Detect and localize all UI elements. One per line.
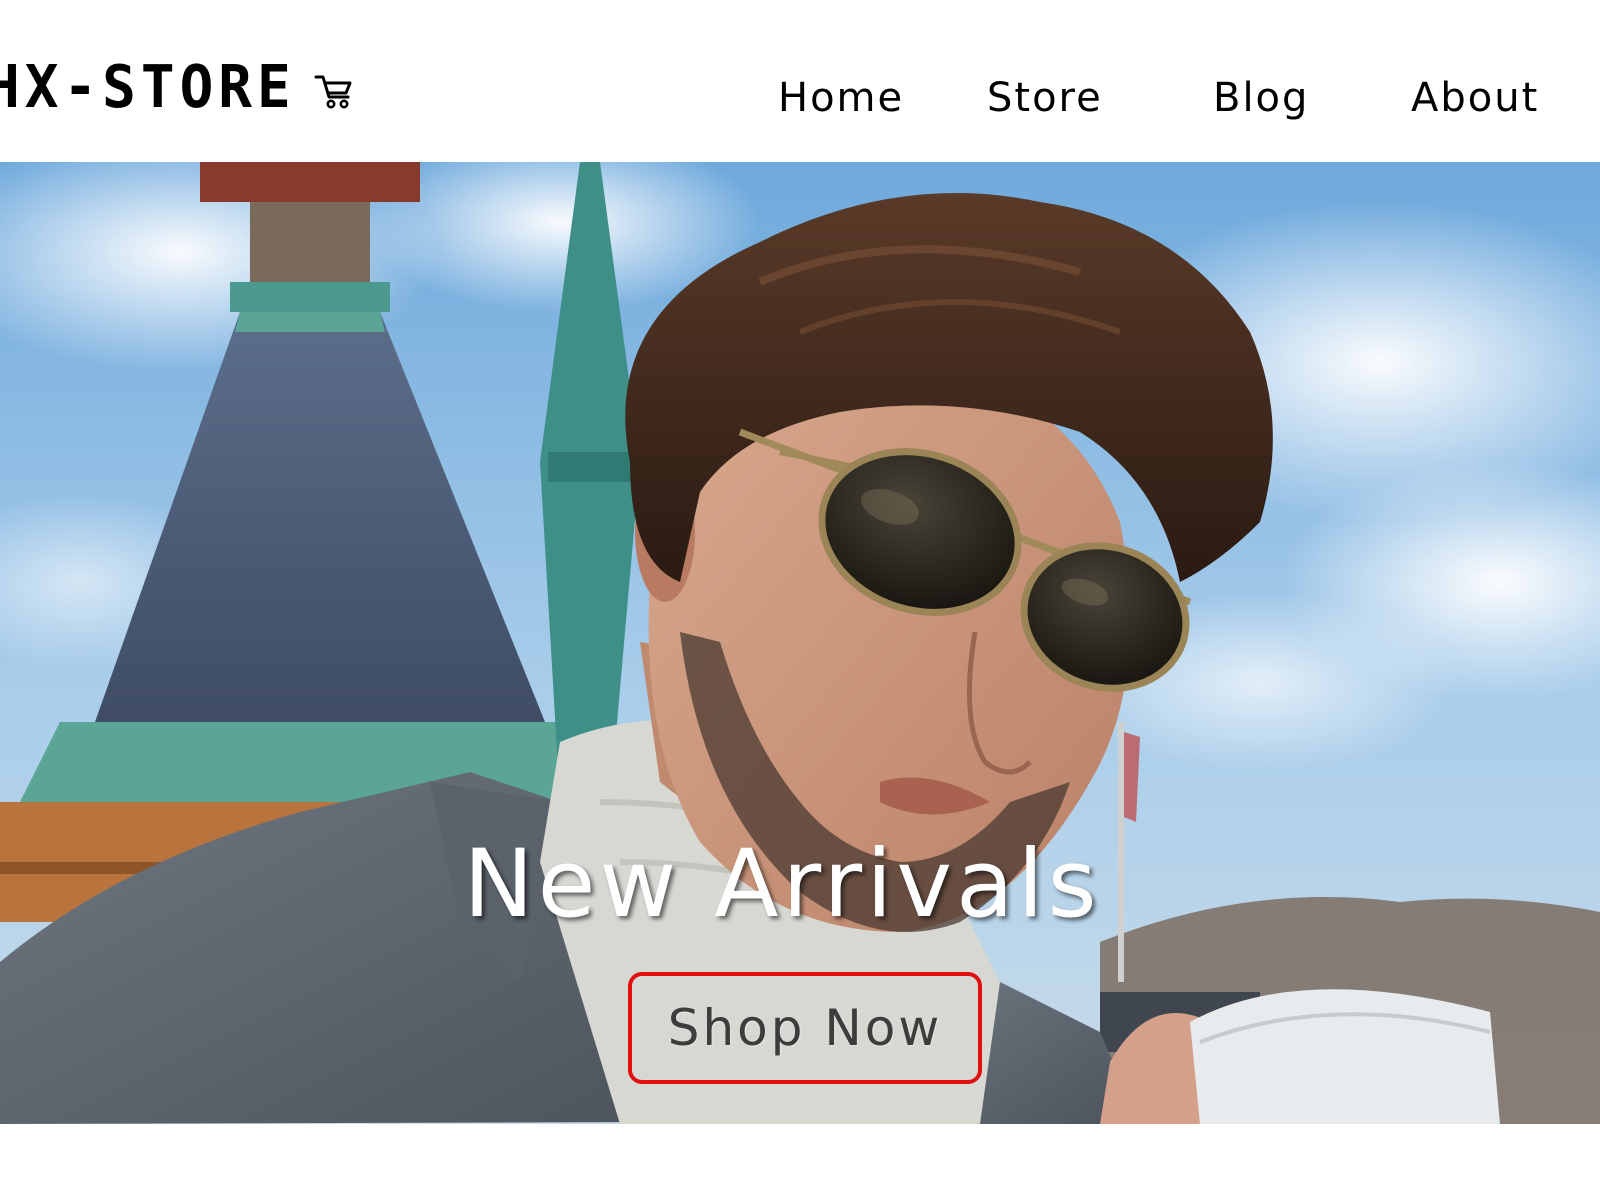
- hero-title: New Arrivals: [463, 830, 1101, 939]
- nav-about[interactable]: About: [1411, 70, 1539, 126]
- hero-banner: New Arrivals Shop Now: [0, 162, 1600, 1124]
- page-footer-space: [0, 1124, 1600, 1200]
- nav-home[interactable]: Home: [778, 70, 904, 126]
- main-nav: Home Store Blog About: [0, 70, 1600, 130]
- page: HX-STORE Home Store Blog About New Arriv…: [0, 0, 1600, 1200]
- nav-blog[interactable]: Blog: [1213, 70, 1309, 126]
- shop-now-button[interactable]: Shop Now: [628, 972, 982, 1084]
- site-header: HX-STORE Home Store Blog About: [0, 0, 1600, 162]
- shop-now-label: Shop Now: [667, 999, 943, 1057]
- nav-store[interactable]: Store: [987, 70, 1103, 126]
